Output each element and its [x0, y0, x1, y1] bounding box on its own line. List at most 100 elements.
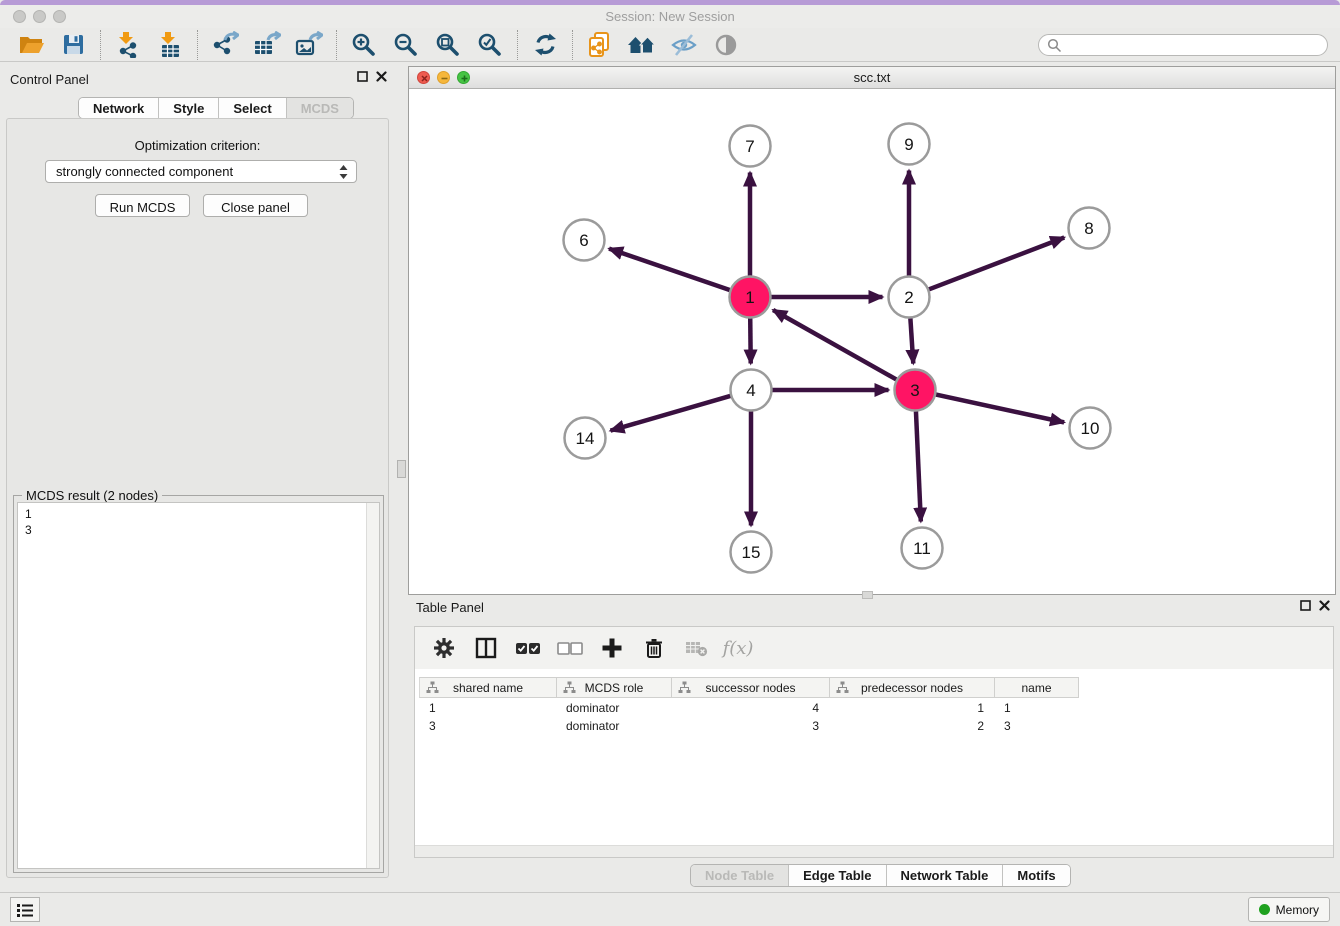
- save-session-button[interactable]: [52, 29, 94, 61]
- tab-network-table[interactable]: Network Table: [887, 865, 1004, 886]
- graph-edge-2-3[interactable]: [910, 318, 913, 363]
- float-panel-icon[interactable]: [357, 71, 368, 82]
- zoom-in-button[interactable]: [343, 29, 385, 61]
- search-input[interactable]: [1062, 38, 1327, 52]
- tab-select[interactable]: Select: [219, 98, 286, 118]
- cell-predecessor-nodes: 2: [829, 719, 994, 733]
- svg-text:8: 8: [1084, 219, 1093, 238]
- show-columns-button[interactable]: [467, 631, 505, 665]
- result-scrollbar[interactable]: [366, 503, 379, 868]
- graph-node-11[interactable]: 11: [902, 528, 943, 569]
- add-column-button[interactable]: [593, 631, 631, 665]
- zoom-out-button[interactable]: [385, 29, 427, 61]
- close-panel-button[interactable]: Close panel: [203, 194, 308, 217]
- splitter-handle[interactable]: [397, 460, 406, 478]
- refresh-button[interactable]: [524, 29, 566, 61]
- column-header-mcds-role[interactable]: MCDS role: [557, 678, 672, 697]
- network-canvas[interactable]: 1 2 3 4 6 7 8 9 10 11 14 15: [409, 89, 1335, 594]
- table-row[interactable]: 3 dominator 3 2 3: [419, 718, 1079, 734]
- graph-node-4[interactable]: 4: [731, 370, 772, 411]
- table-hscroll-area[interactable]: [415, 845, 1333, 857]
- first-neighbors-button[interactable]: [621, 29, 663, 61]
- search-box[interactable]: [1038, 34, 1328, 56]
- deselect-all-rows-button[interactable]: [551, 631, 589, 665]
- clone-network-button[interactable]: [579, 29, 621, 61]
- column-header-shared-name[interactable]: shared name: [420, 678, 557, 697]
- graph-node-10[interactable]: 10: [1070, 408, 1111, 449]
- cell-mcds-role: dominator: [556, 719, 671, 733]
- zoom-fit-button[interactable]: [427, 29, 469, 61]
- titlebar: Session: New Session: [0, 5, 1340, 28]
- cell-shared-name: 3: [419, 719, 556, 733]
- graph-node-3[interactable]: 3: [895, 370, 936, 411]
- add-icon: [601, 637, 623, 659]
- graph-edge-3-10[interactable]: [936, 395, 1064, 423]
- open-session-button[interactable]: [10, 29, 52, 61]
- cell-name: 1: [994, 701, 1078, 715]
- panel-splitter[interactable]: [395, 62, 408, 892]
- import-table-icon: [157, 31, 184, 58]
- refresh-icon: [533, 32, 558, 57]
- svg-text:6: 6: [579, 231, 588, 250]
- tab-edge-table[interactable]: Edge Table: [789, 865, 886, 886]
- zoom-selected-button[interactable]: [469, 29, 511, 61]
- tab-motifs[interactable]: Motifs: [1003, 865, 1069, 886]
- zoom-in-icon: [351, 32, 377, 58]
- toolbar-separator: [197, 30, 198, 60]
- result-line: 1: [25, 506, 379, 522]
- table-toolbar: f(x): [415, 627, 1333, 669]
- graph-node-7[interactable]: 7: [730, 126, 771, 167]
- delete-table-button[interactable]: [677, 631, 715, 665]
- graph-node-15[interactable]: 15: [731, 532, 772, 573]
- graph-node-14[interactable]: 14: [565, 418, 606, 459]
- svg-text:4: 4: [746, 381, 755, 400]
- table-settings-button[interactable]: [425, 631, 463, 665]
- export-image-button[interactable]: [288, 29, 330, 61]
- export-table-button[interactable]: [246, 29, 288, 61]
- graph-node-2[interactable]: 2: [889, 277, 930, 318]
- close-table-panel-icon[interactable]: [1319, 600, 1330, 611]
- close-panel-icon[interactable]: [376, 71, 387, 82]
- float-table-panel-icon[interactable]: [1300, 600, 1311, 611]
- clone-network-icon: [587, 31, 613, 59]
- network-window-titlebar[interactable]: scc.txt: [409, 67, 1335, 89]
- horizontal-splitter-handle[interactable]: [862, 591, 873, 599]
- node-table: shared name MCDS role successor nodes pr…: [419, 677, 1079, 734]
- status-bar: Memory: [0, 892, 1340, 926]
- import-network-button[interactable]: [107, 29, 149, 61]
- optimization-criterion-select[interactable]: strongly connected component: [45, 160, 357, 183]
- select-all-rows-button[interactable]: [509, 631, 547, 665]
- mcds-result-text[interactable]: 1 3: [17, 502, 380, 869]
- column-header-predecessor-nodes[interactable]: predecessor nodes: [830, 678, 995, 697]
- tab-network[interactable]: Network: [79, 98, 159, 118]
- delete-column-button[interactable]: [635, 631, 673, 665]
- show-all-button[interactable]: [705, 29, 747, 61]
- toolbar-separator: [336, 30, 337, 60]
- graph-node-9[interactable]: 9: [889, 124, 930, 165]
- export-network-button[interactable]: [204, 29, 246, 61]
- graph-node-8[interactable]: 8: [1069, 208, 1110, 249]
- hide-selected-button[interactable]: [663, 29, 705, 61]
- graph-edge-2-8[interactable]: [929, 237, 1064, 289]
- column-header-name[interactable]: name: [995, 678, 1079, 697]
- run-mcds-button[interactable]: Run MCDS: [95, 194, 190, 217]
- trash-icon: [643, 637, 665, 660]
- tab-node-table[interactable]: Node Table: [691, 865, 789, 886]
- graph-node-6[interactable]: 6: [564, 220, 605, 261]
- table-row[interactable]: 1 dominator 4 1 1: [419, 700, 1079, 716]
- apply-function-button[interactable]: f(x): [719, 631, 757, 665]
- graph-edge-4-14[interactable]: [610, 396, 730, 431]
- tab-style[interactable]: Style: [159, 98, 219, 118]
- graph-edge-3-11[interactable]: [916, 411, 921, 521]
- tab-mcds[interactable]: MCDS: [287, 98, 353, 118]
- deselect-all-icon: [557, 642, 583, 655]
- import-table-button[interactable]: [149, 29, 191, 61]
- memory-button[interactable]: Memory: [1248, 897, 1330, 922]
- show-log-button[interactable]: [10, 897, 40, 922]
- cell-name: 3: [994, 719, 1078, 733]
- graph-edge-3-1[interactable]: [773, 310, 896, 379]
- graph-edge-1-6[interactable]: [609, 249, 730, 290]
- graph-node-1[interactable]: 1: [730, 277, 771, 318]
- column-header-successor-nodes[interactable]: successor nodes: [672, 678, 830, 697]
- svg-text:3: 3: [910, 381, 919, 400]
